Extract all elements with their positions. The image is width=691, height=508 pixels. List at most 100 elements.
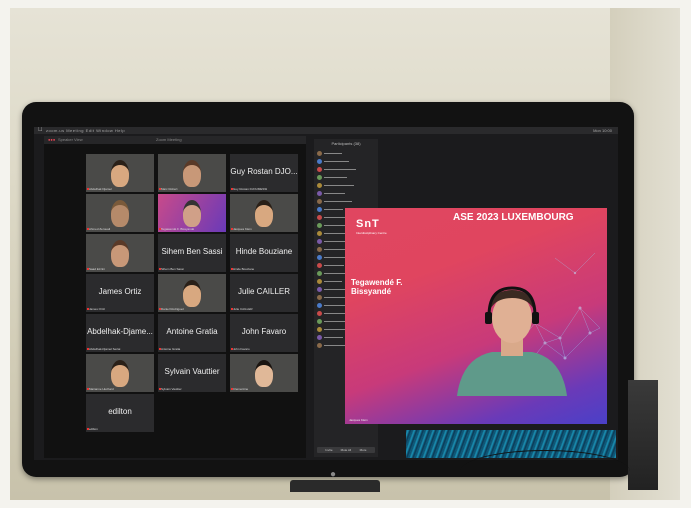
- participant-caption: Clementine: [233, 387, 249, 391]
- participant-row-label: [324, 337, 343, 338]
- avatar: [317, 207, 322, 212]
- participant-row-label: [324, 161, 349, 162]
- speaker-view-button[interactable]: Speaker View: [58, 138, 83, 142]
- participant-name: Antoine Gratia: [166, 327, 218, 336]
- conference-title: ASE 2023 LUXEMBOURG: [453, 212, 574, 223]
- participant-caption: John Favaro: [233, 347, 250, 351]
- apple-logo-icon: ●: [330, 469, 337, 480]
- participant-face: [111, 360, 129, 387]
- avatar: [317, 183, 322, 188]
- participant-name: Abdelhak-Djame...: [87, 327, 153, 336]
- participant-row[interactable]: [317, 190, 375, 197]
- participant-tile[interactable]: Julie CAILLER Julie CAILLER: [230, 274, 298, 312]
- participant-caption: Sihem Ben Sassi: [161, 267, 184, 271]
- participant-face: [183, 200, 201, 227]
- participant-tile[interactable]: Jacques Klein: [230, 194, 298, 232]
- lamp: [628, 380, 658, 490]
- participant-caption: Ahmed Zerouali: [89, 227, 111, 231]
- apple-icon[interactable]: : [38, 127, 43, 134]
- speaker-name-line-1: Tegawendé F.: [351, 278, 403, 287]
- participant-name: Hinde Bouziane: [235, 247, 293, 256]
- participant-tile[interactable]: James Ortiz James Ortiz: [86, 274, 154, 312]
- participant-row-label: [324, 153, 342, 154]
- participant-caption: Marianne Huchard: [89, 387, 114, 391]
- participant-tile[interactable]: Saad Ezzini: [86, 234, 154, 272]
- zoom-window: ●●● Speaker View Zoom Meeting Abdelhak D…: [44, 136, 306, 458]
- participant-tile[interactable]: Sylvain Vauttier Sylvain Vauttier: [158, 354, 226, 392]
- macos-menubar:  zoom.us Meeting Edit Window Help Mon 1…: [34, 127, 618, 134]
- participant-face: [111, 200, 129, 227]
- participant-caption: Hinde Bouziane: [233, 267, 255, 271]
- participant-tile[interactable]: Antoine Gratia Antoine Gratia: [158, 314, 226, 352]
- participant-tile[interactable]: Sihem Ben Sassi Sihem Ben Sassi: [158, 234, 226, 272]
- avatar: [317, 247, 322, 252]
- participant-row-label: [324, 305, 347, 306]
- participant-row-label: [324, 177, 347, 178]
- participant-caption: Abdelhak Djamel: [89, 187, 112, 191]
- participant-caption: Tegawendé F. Bissyandé: [161, 227, 195, 231]
- avatar: [317, 295, 322, 300]
- avatar: [317, 159, 322, 164]
- avatar: [317, 287, 322, 292]
- participant-caption: Saad Ezzini: [89, 267, 105, 271]
- participant-tile[interactable]: Hinde Bouziane Hinde Bouziane: [230, 234, 298, 272]
- monitor-screen:  zoom.us Meeting Edit Window Help Mon 1…: [34, 127, 618, 460]
- participant-face: [183, 280, 201, 307]
- participant-row[interactable]: [317, 150, 375, 157]
- participant-tile[interactable]: Abdelhak Djamel: [86, 154, 154, 192]
- participant-name: Guy Rostan DJO...: [230, 167, 298, 176]
- window-traffic-lights-icon[interactable]: ●●●: [48, 138, 55, 142]
- snt-logo-subtitle: Interdisciplinary Centre: [356, 231, 387, 235]
- participant-tile[interactable]: Marc Robert: [158, 154, 226, 192]
- snt-logo: SnT: [356, 218, 380, 230]
- participant-row-label: [324, 249, 346, 250]
- participant-row-label: [324, 281, 342, 282]
- participant-row[interactable]: [317, 158, 375, 165]
- more-button[interactable]: More: [351, 447, 375, 453]
- participant-name: James Ortiz: [98, 287, 142, 296]
- avatar: [317, 343, 322, 348]
- avatar: [317, 151, 322, 156]
- participant-row-label: [324, 321, 345, 322]
- participant-tile[interactable]: Clementine: [230, 354, 298, 392]
- participant-caption: Marc Robert: [161, 187, 178, 191]
- participant-row-label: [324, 265, 344, 266]
- participant-row[interactable]: [317, 182, 375, 189]
- participant-row-label: [324, 193, 345, 194]
- avatar: [317, 199, 322, 204]
- participant-name: Sihem Ben Sassi: [161, 247, 223, 256]
- participant-tile[interactable]: Ahmed Zerouali: [86, 194, 154, 232]
- participant-caption: Daniel Rodriguez: [161, 307, 185, 311]
- participant-row[interactable]: [317, 174, 375, 181]
- participant-face: [183, 160, 201, 187]
- avatar: [317, 167, 322, 172]
- participant-row[interactable]: [317, 166, 375, 173]
- participant-caption: Jacques Klein: [233, 227, 252, 231]
- participant-tile[interactable]: Abdelhak-Djame... Abdelhak-Djamel Seriai: [86, 314, 154, 352]
- participant-row-label: [324, 185, 354, 186]
- participant-tile[interactable]: edilton edilton: [86, 394, 154, 432]
- participant-tile[interactable]: Tegawendé F. Bissyandé: [158, 194, 226, 232]
- avatar: [317, 175, 322, 180]
- participant-tile[interactable]: John Favaro John Favaro: [230, 314, 298, 352]
- avatar: [317, 191, 322, 196]
- menubar-items[interactable]: zoom.us Meeting Edit Window Help: [46, 127, 125, 134]
- participant-face: [111, 160, 129, 187]
- avatar: [317, 255, 322, 260]
- avatar: [317, 335, 322, 340]
- participant-name: John Favaro: [241, 327, 287, 336]
- participant-tile[interactable]: Guy Rostan DJO... Guy Rostan DJOUMESSI: [230, 154, 298, 192]
- speaker-webcam: [457, 286, 567, 396]
- participant-row-label: [324, 201, 352, 202]
- participants-header: Participants (38): [331, 141, 361, 146]
- participant-row[interactable]: [317, 198, 375, 205]
- participant-name: Sylvain Vauttier: [164, 367, 220, 376]
- webcam-caption: Jacques Klein: [349, 418, 368, 422]
- participant-name: Julie CAILLER: [237, 287, 291, 296]
- participant-tile[interactable]: Marianne Huchard: [86, 354, 154, 392]
- cable: [460, 450, 630, 493]
- participant-tile[interactable]: Daniel Rodriguez: [158, 274, 226, 312]
- avatar: [317, 319, 322, 324]
- monitor-stand: [290, 480, 380, 492]
- avatar: [317, 327, 322, 332]
